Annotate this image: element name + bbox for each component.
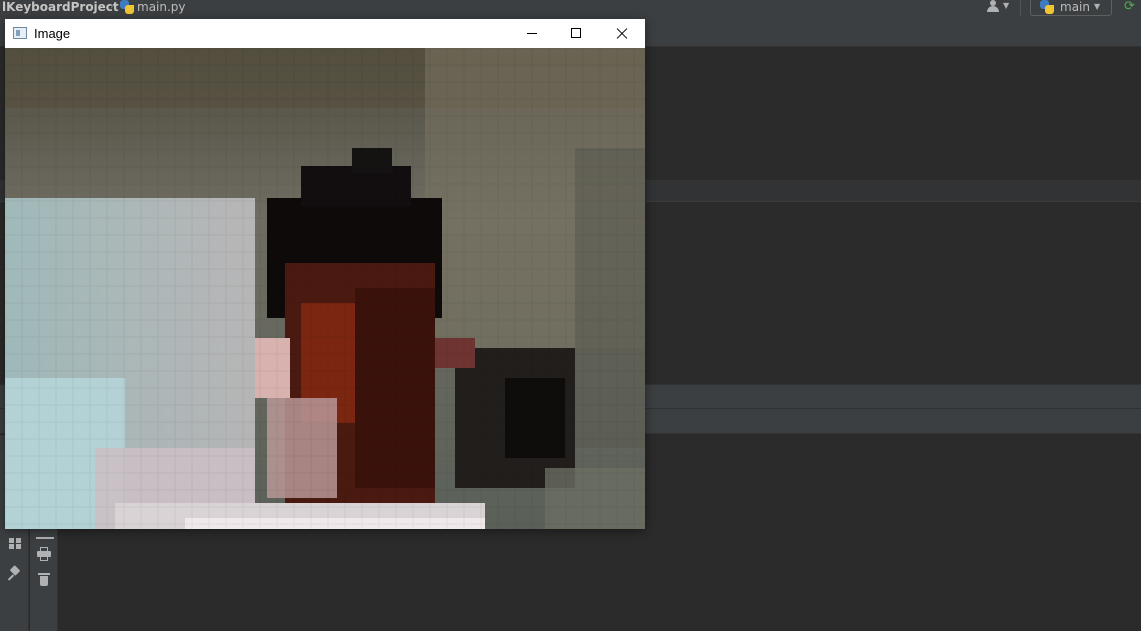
- chevron-down-icon[interactable]: ▼: [1003, 0, 1009, 12]
- maximize-icon: [571, 28, 581, 38]
- image-window: Image: [5, 19, 645, 529]
- close-button[interactable]: [599, 19, 645, 48]
- window-title: Image: [34, 26, 71, 41]
- webcam-image: [5, 48, 645, 529]
- run-configuration-dropdown[interactable]: main ▼: [1030, 0, 1112, 16]
- python-file-icon: [120, 0, 134, 14]
- image-window-titlebar[interactable]: Image: [5, 19, 645, 48]
- minimize-button[interactable]: [509, 19, 555, 48]
- python-icon: [1040, 0, 1054, 14]
- breadcrumb-project[interactable]: lKeyboardProject: [2, 0, 119, 14]
- breadcrumb-separator-icon: ›: [110, 1, 114, 12]
- window-app-icon: [13, 27, 27, 39]
- pixelated-webcam-frame: [5, 48, 645, 529]
- rerun-icon[interactable]: ⟳: [1124, 0, 1135, 14]
- toolbar-divider: [1020, 0, 1021, 16]
- maximize-button[interactable]: [553, 19, 599, 48]
- layout-icon[interactable]: [8, 536, 22, 550]
- breadcrumb-file[interactable]: main.py: [137, 0, 186, 14]
- chevron-down-icon: ▼: [1094, 2, 1101, 11]
- run-configuration-label: main: [1060, 0, 1090, 14]
- print-icon[interactable]: [37, 547, 51, 561]
- navigation-bar: lKeyboardProject › main.py ▼ main ▼ ⟳: [0, 0, 1141, 18]
- ide-window: lKeyboardProject › main.py ▼ main ▼ ⟳ ar…: [0, 0, 1141, 631]
- user-icon[interactable]: [986, 0, 1000, 12]
- pin-icon[interactable]: [7, 565, 22, 581]
- trash-icon[interactable]: [37, 572, 51, 586]
- minimize-icon: [527, 33, 537, 34]
